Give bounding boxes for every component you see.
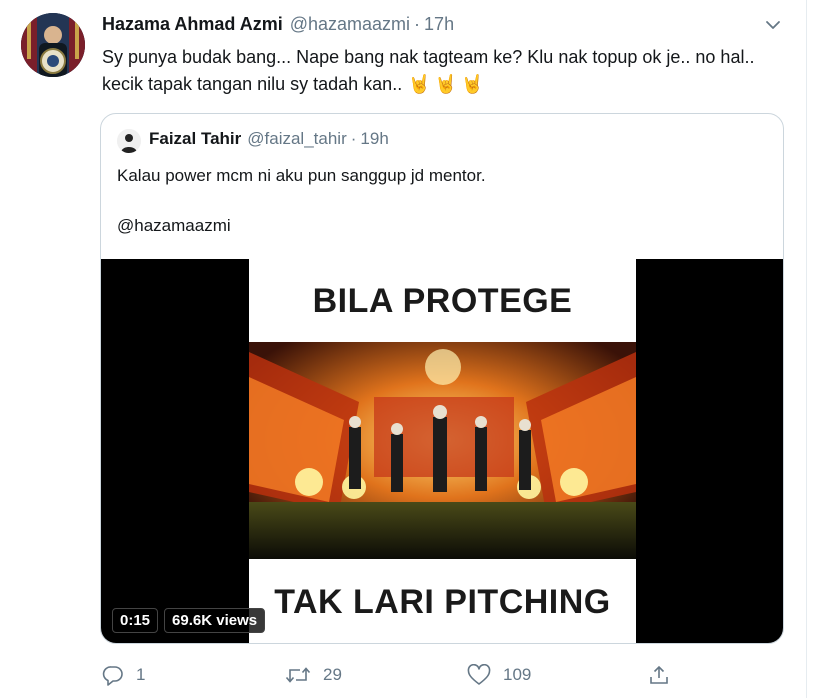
tweet-action-bar: 1 29 109: [102, 664, 682, 690]
reply-count: 1: [136, 665, 146, 684]
quoted-tweet-header: Faizal Tahir @faizal_tahir · 19h: [149, 129, 389, 149]
video-duration-badge: 0:15: [112, 608, 159, 633]
separator-dot: ·: [414, 14, 421, 34]
retweet-count: 29: [323, 665, 342, 684]
concert-stage-thumbnail: [249, 342, 636, 559]
quoted-author-avatar: [117, 129, 141, 153]
author-name[interactable]: Hazama Ahmad Azmi: [102, 14, 283, 35]
quoted-timestamp: 19h: [360, 129, 389, 148]
like-count: 109: [503, 665, 532, 684]
tweet-timestamp[interactable]: 17h: [424, 14, 454, 35]
author-avatar[interactable]: [21, 13, 85, 77]
quoted-author-handle: @faizal_tahir: [247, 129, 347, 148]
author-handle[interactable]: @hazamaazmi: [290, 14, 410, 35]
video-frame: BILA PROTEGE TAK LARI PITCHING: [249, 259, 636, 643]
quoted-author-name: Faizal Tahir: [149, 129, 242, 148]
video-badges: 0:15 69.6K views: [112, 608, 266, 633]
like-action[interactable]: 109: [467, 664, 531, 686]
tweet-text: Sy punya budak bang... Nape bang nak tag…: [102, 44, 792, 98]
rock-hand-emojis: 🤘🤘🤘: [408, 74, 488, 94]
video-views-badge: 69.6K views: [164, 608, 266, 633]
reply-icon[interactable]: [102, 664, 124, 686]
video-player[interactable]: BILA PROTEGE TAK LARI PITCHING 0:15 69.6…: [101, 259, 783, 643]
reply-action[interactable]: 1: [102, 664, 145, 686]
video-caption-top: BILA PROTEGE: [312, 282, 573, 320]
quoted-tweet-card[interactable]: Faizal Tahir @faizal_tahir · 19h Kalau p…: [100, 113, 784, 644]
share-icon[interactable]: [648, 664, 670, 686]
retweet-action[interactable]: 29: [285, 664, 342, 686]
chevron-down-icon[interactable]: [762, 14, 784, 36]
quoted-mention-link[interactable]: @hazamaazmi: [117, 216, 231, 236]
video-caption-bottom: TAK LARI PITCHING: [274, 583, 611, 621]
tweet-header: Hazama Ahmad Azmi @hazamaazmi · 17h: [102, 14, 454, 38]
like-icon[interactable]: [467, 664, 491, 686]
quoted-separator-dot: ·: [350, 129, 357, 148]
share-action[interactable]: [648, 664, 670, 686]
quoted-tweet-text: Kalau power mcm ni aku pun sanggup jd me…: [117, 166, 486, 185]
retweet-icon[interactable]: [285, 664, 311, 686]
timeline-right-border: [806, 0, 807, 698]
